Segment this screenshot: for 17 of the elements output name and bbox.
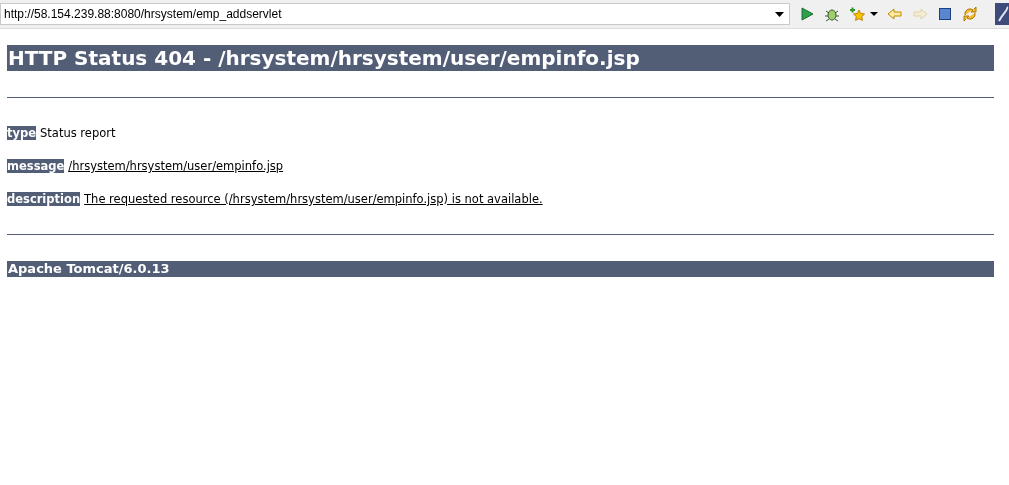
perspective-icon[interactable] [995, 3, 1009, 25]
page-heading: HTTP Status 404 - /hrsystem/hrsystem/user/empinfo.jsp [7, 45, 994, 71]
run-icon[interactable] [799, 6, 815, 22]
add-star-icon[interactable] [849, 6, 865, 22]
field-value: /hrsystem/hrsystem/user/empinfo.jsp [68, 159, 284, 173]
field-value: Status report [40, 126, 116, 140]
server-footer: Apache Tomcat/6.0.13 [7, 261, 994, 277]
dropdown-arrow-icon[interactable] [870, 12, 878, 16]
address-field[interactable]: http://58.154.239.88:8080/hrsystem/emp_addservlet [0, 3, 790, 25]
dropdown-arrow-icon [775, 11, 784, 17]
bug-icon[interactable] [824, 6, 840, 22]
field-value: The requested resource (/hrsystem/hrsystem/user/empinfo.jsp) is not available. [84, 192, 543, 206]
field-label: type [7, 126, 37, 140]
field-label: message [7, 159, 65, 173]
refresh-icon[interactable] [962, 6, 978, 22]
field-label: description [7, 192, 81, 206]
stop-icon[interactable] [937, 6, 953, 22]
